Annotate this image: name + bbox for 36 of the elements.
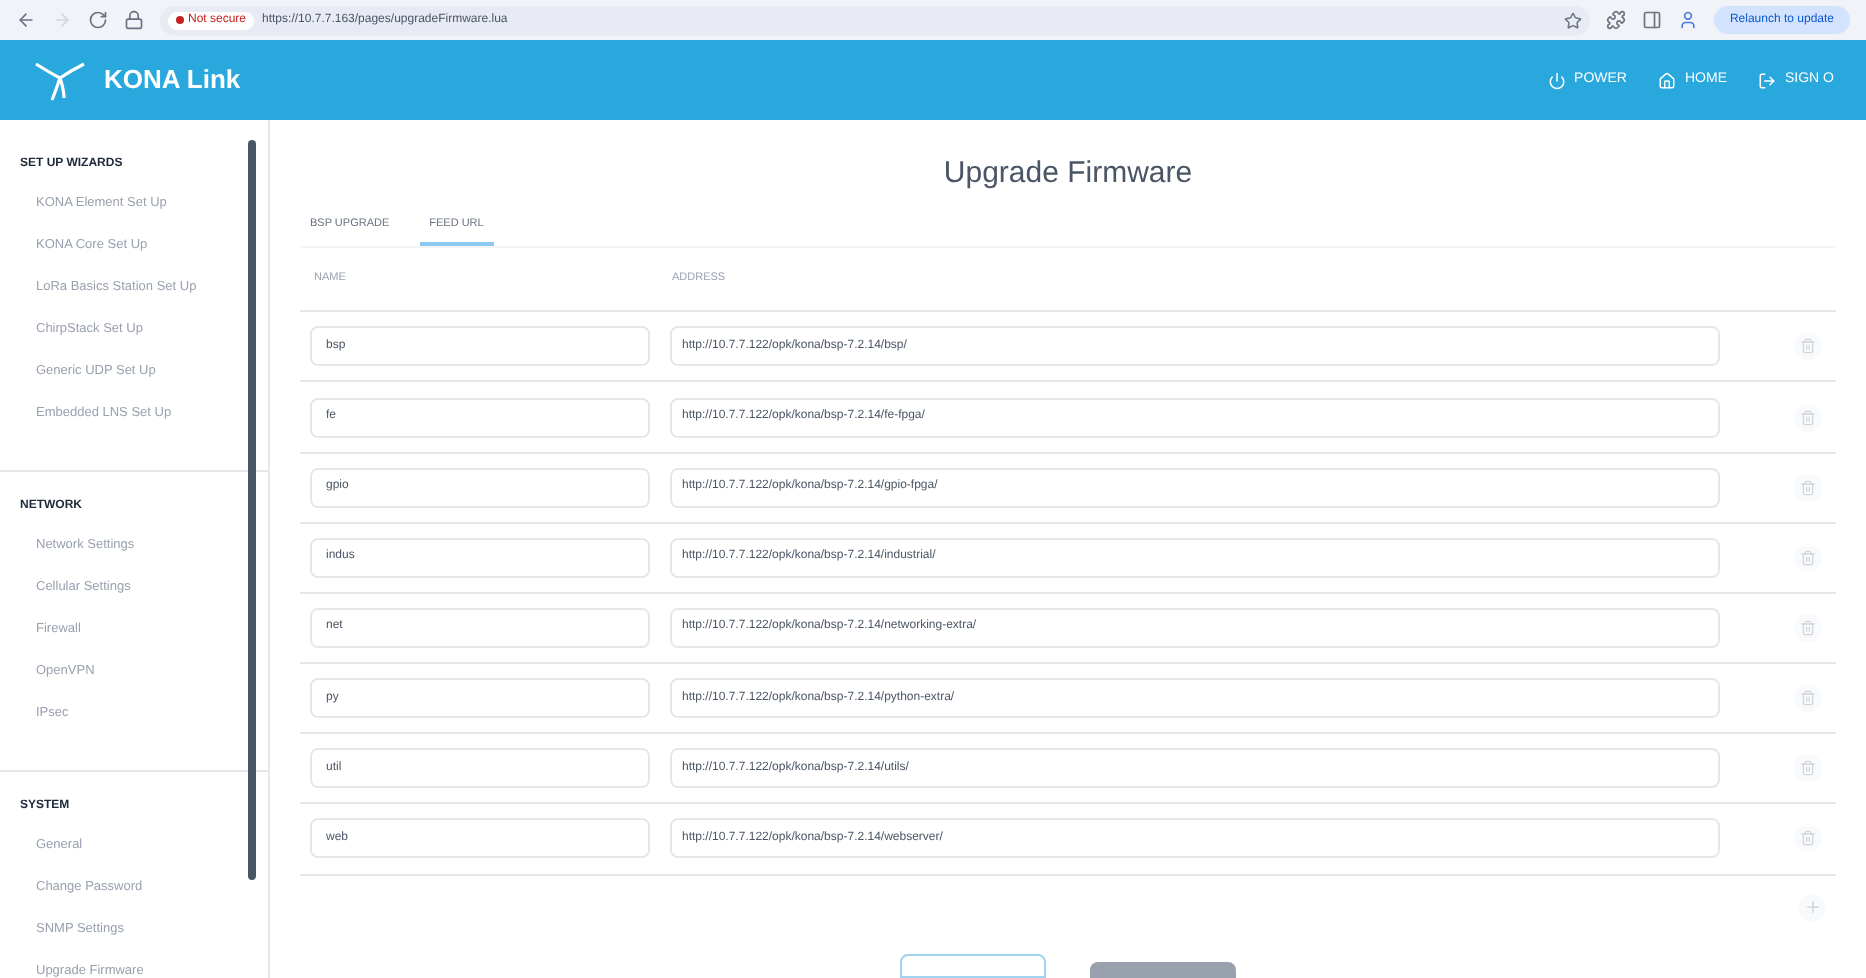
- delete-button[interactable]: [1794, 332, 1822, 361]
- trash-icon: [1800, 479, 1816, 496]
- outlined-button[interactable]: [900, 954, 1046, 978]
- delete-button[interactable]: [1794, 824, 1822, 853]
- sign-out-icon: [1758, 71, 1777, 89]
- puzzle-icon[interactable]: [1605, 10, 1626, 30]
- trash-icon: [1800, 830, 1816, 847]
- delete-button[interactable]: [1794, 684, 1822, 713]
- delete-button[interactable]: [1794, 754, 1822, 783]
- profile-icon[interactable]: [1677, 10, 1698, 30]
- delete-button[interactable]: [1794, 473, 1822, 502]
- trash-icon: [1800, 409, 1816, 425]
- delete-button[interactable]: [1794, 613, 1822, 642]
- page-title: Upgrade Firmware: [941, 154, 1195, 194]
- trash-icon: [1800, 549, 1816, 566]
- delete-button[interactable]: [1794, 403, 1822, 431]
- app-title: KONA Link: [104, 62, 241, 99]
- reload-icon[interactable]: [88, 10, 108, 30]
- star-icon[interactable]: [1563, 11, 1582, 29]
- power-icon: [1548, 71, 1567, 89]
- panel-icon[interactable]: [1641, 10, 1662, 30]
- warning-icon: [176, 16, 184, 24]
- logo-icon: [32, 58, 88, 102]
- trash-icon: [1800, 690, 1816, 707]
- trash-icon: [1800, 619, 1816, 636]
- back-icon[interactable]: [16, 10, 36, 30]
- delete-button[interactable]: [1794, 543, 1822, 572]
- trash-icon: [1800, 760, 1816, 777]
- home-icon: [1658, 71, 1677, 89]
- trash-icon: [1800, 338, 1816, 355]
- filled-button[interactable]: [1090, 962, 1236, 978]
- forward-icon[interactable]: [52, 10, 72, 30]
- add-button[interactable]: [1798, 893, 1826, 922]
- plus-icon: [1803, 898, 1821, 917]
- scrollbar-thumb[interactable]: [248, 140, 256, 880]
- lock-icon[interactable]: [124, 10, 144, 30]
